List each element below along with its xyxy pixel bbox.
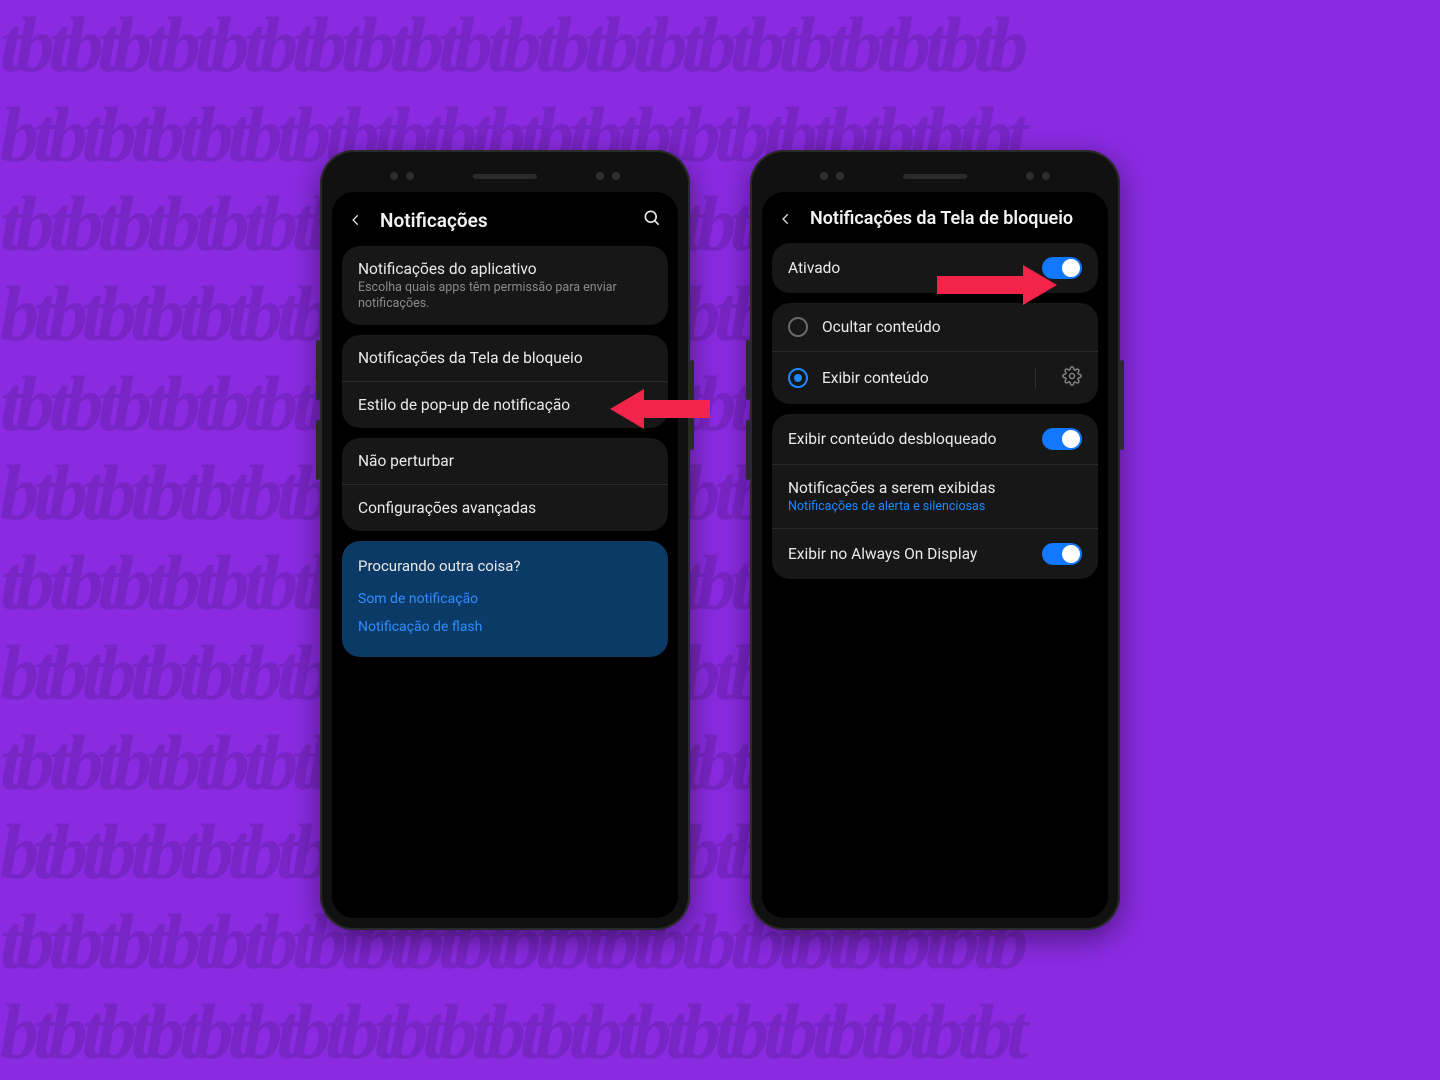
screen-lockscreen-notifications: Notificações da Tela de bloqueio Ativado…: [762, 192, 1108, 918]
looking-for-title: Procurando outra coisa?: [358, 557, 652, 575]
phone-side-button: [316, 420, 320, 480]
row-subtitle: Escolha quais apps têm permissão para en…: [358, 280, 652, 311]
row-label: Notificações do aplicativo: [358, 260, 652, 278]
show-content-settings-button[interactable]: [1062, 366, 1082, 390]
link-notification-sound[interactable]: Som de notificação: [358, 585, 652, 613]
row-label: Configurações avançadas: [358, 499, 652, 517]
row-do-not-disturb[interactable]: Não perturbar: [342, 438, 668, 484]
screen-notifications: Notificações Notificações do aplicativo …: [332, 192, 678, 918]
row-label: Ocultar conteúdo: [822, 318, 1082, 336]
enabled-label: Ativado: [788, 259, 1028, 277]
row-label: Exibir no Always On Display: [788, 545, 1028, 563]
phone-sensor-dots: [596, 172, 620, 180]
row-popup-style[interactable]: Estilo de pop-up de notificação: [342, 381, 668, 428]
row-subtitle: Notificações de alerta e silenciosas: [788, 499, 1082, 514]
search-icon: [642, 208, 662, 228]
phone-side-button: [746, 420, 750, 480]
row-notifications-to-show[interactable]: Notificações a serem exibidas Notificaçõ…: [772, 464, 1098, 528]
row-label: Exibir conteúdo: [822, 369, 1009, 387]
toggle-enabled[interactable]: [1042, 257, 1082, 279]
row-lockscreen-notifications[interactable]: Notificações da Tela de bloqueio: [342, 335, 668, 381]
row-label: Notificações da Tela de bloqueio: [358, 349, 652, 367]
gear-icon: [1062, 366, 1082, 386]
chevron-left-icon: [779, 212, 793, 226]
phone-left: Notificações Notificações do aplicativo …: [320, 150, 690, 930]
phone-sensor-dots: [1026, 172, 1050, 180]
row-show-unlocked[interactable]: Exibir conteúdo desbloqueado: [772, 414, 1098, 464]
card-dnd-advanced: Não perturbar Configurações avançadas: [342, 438, 668, 531]
row-advanced-settings[interactable]: Configurações avançadas: [342, 484, 668, 531]
toggle-aod[interactable]: [1042, 543, 1082, 565]
phone-sensor-dots: [390, 172, 414, 180]
card-looking-for: Procurando outra coisa? Som de notificaç…: [342, 541, 668, 657]
row-label: Notificações a serem exibidas: [788, 479, 1082, 497]
back-button[interactable]: [776, 209, 796, 229]
phone-side-button: [1120, 360, 1124, 450]
row-hide-content[interactable]: Ocultar conteúdo: [772, 303, 1098, 351]
phone-side-button: [690, 360, 694, 450]
header: Notificações da Tela de bloqueio: [762, 192, 1108, 243]
link-flash-notification[interactable]: Notificação de flash: [358, 613, 652, 641]
search-button[interactable]: [642, 208, 662, 232]
toggle-show-unlocked[interactable]: [1042, 428, 1082, 450]
card-content-visibility: Ocultar conteúdo Exibir conteúdo: [772, 303, 1098, 404]
page-title: Notificações: [380, 209, 628, 232]
row-always-on-display[interactable]: Exibir no Always On Display: [772, 528, 1098, 579]
radio-show-content[interactable]: [788, 368, 808, 388]
back-button[interactable]: [346, 210, 366, 230]
card-lockscreen-style: Notificações da Tela de bloqueio Estilo …: [342, 335, 668, 428]
chevron-left-icon: [349, 213, 363, 227]
row-label: Não perturbar: [358, 452, 652, 470]
phone-side-button: [746, 340, 750, 400]
row-label: Exibir conteúdo desbloqueado: [788, 430, 1028, 448]
phone-speaker: [903, 174, 967, 179]
row-enabled[interactable]: Ativado: [772, 243, 1098, 293]
row-app-notifications[interactable]: Notificações do aplicativo Escolha quais…: [342, 246, 668, 325]
card-options: Exibir conteúdo desbloqueado Notificaçõe…: [772, 414, 1098, 579]
phone-right: Notificações da Tela de bloqueio Ativado…: [750, 150, 1120, 930]
card-app-notifications: Notificações do aplicativo Escolha quais…: [342, 246, 668, 325]
divider: [1035, 367, 1036, 389]
row-show-content[interactable]: Exibir conteúdo: [772, 351, 1098, 404]
phone-speaker: [473, 174, 537, 179]
row-label: Estilo de pop-up de notificação: [358, 396, 652, 414]
phone-sensor-dots: [820, 172, 844, 180]
page-title: Notificações da Tela de bloqueio: [810, 208, 1092, 229]
header: Notificações: [332, 192, 678, 246]
radio-hide-content[interactable]: [788, 317, 808, 337]
card-master-toggle: Ativado: [772, 243, 1098, 293]
phone-side-button: [316, 340, 320, 400]
